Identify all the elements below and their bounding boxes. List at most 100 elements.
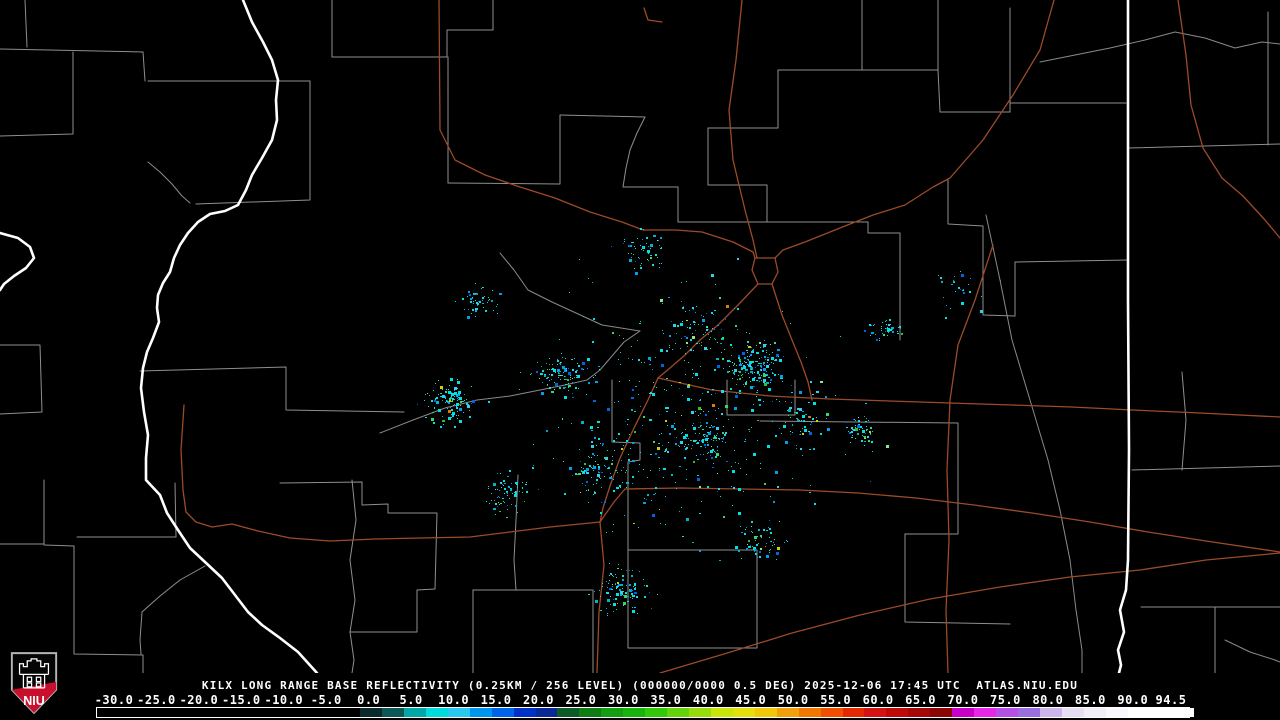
radar-echo-pixel [969,291,971,293]
radar-echo-pixel [669,345,670,346]
radar-echo-pixel [725,432,727,434]
radar-echo-pixel [767,362,768,363]
radar-echo-pixel [611,463,613,465]
radar-echo-pixel [475,300,476,301]
radar-echo-pixel [711,446,712,447]
radar-echo-pixel [685,429,686,430]
county-boundary [707,127,768,223]
radar-echo-pixel [726,461,728,462]
radar-echo-pixel [438,409,441,412]
radar-echo-pixel [487,302,488,303]
illinois-river-line [0,0,319,673]
radar-echo-pixel [574,358,575,359]
radar-echo-pixel [629,434,630,435]
radar-echo-pixel [752,546,753,547]
radar-echo-pixel [870,434,871,435]
radar-echo-pixel [706,426,707,427]
county-boundary [559,114,646,118]
radar-echo-pixel [754,549,756,551]
scale-tick-label: 75.0 [989,693,1021,707]
radar-echo-pixel [734,369,737,372]
radar-echo-pixel [728,419,729,420]
radar-echo-pixel [761,375,762,376]
radar-echo-pixel [650,454,652,455]
radar-echo-pixel [814,503,816,505]
radar-echo-pixel [721,413,723,415]
county-boundary [24,0,28,48]
radar-echo-pixel [600,512,602,514]
radar-echo-pixel [800,431,801,432]
radar-echo-pixel [451,397,452,398]
radar-echo-pixel [613,524,614,525]
radar-echo-pixel [961,302,964,305]
radar-echo-pixel [688,438,689,439]
product-footer: KILX LONG RANGE BASE REFLECTIVITY (0.25K… [0,673,1280,720]
colorbar-segment [1127,708,1151,717]
radar-echo-pixel [571,423,572,424]
radar-echo-pixel [482,297,484,299]
radar-echo-pixel [676,437,677,438]
radar-echo-pixel [686,342,688,344]
radar-echo-pixel [889,319,891,321]
radar-echo-pixel [582,471,585,474]
radar-echo-pixel [650,255,651,256]
radar-echo-pixel [621,569,622,570]
radar-echo-pixel [495,514,496,515]
radar-echo-pixel [757,390,758,391]
radar-echo-pixel [614,402,615,403]
radar-echo-pixel [607,613,608,614]
radar-echo-pixel [471,403,472,404]
scale-tick-label: -10.0 [264,693,304,707]
radar-echo-pixel [646,499,647,500]
radar-echo-pixel [764,365,765,366]
radar-echo-pixel [714,369,716,371]
colorbar-segment [952,708,975,717]
radar-echo-pixel [681,507,682,508]
radar-echo-pixel [597,427,599,428]
radar-echo-pixel [767,357,769,358]
county-boundary [349,479,357,673]
radar-echo-pixel [607,468,608,469]
radar-echo-pixel [774,342,776,344]
radar-echo-pixel [471,313,472,314]
radar-echo-pixel [715,393,716,394]
radar-echo-pixel [805,414,807,415]
radar-echo-pixel [659,414,660,415]
radar-echo-pixel [612,456,613,457]
radar-echo-pixel [752,532,753,533]
radar-echo-pixel [737,329,738,330]
radar-echo-pixel [650,248,651,249]
radar-echo-pixel [756,544,758,546]
radar-echo-pixel [750,362,751,363]
county-boundary [904,533,1011,625]
radar-echo-pixel [689,327,691,329]
radar-echo-pixel [750,354,752,356]
radar-echo-pixel [681,433,682,434]
radar-echo-pixel [714,451,715,452]
radar-echo-pixel [744,441,746,442]
radar-echo-pixel [599,477,600,478]
radar-echo-pixel [899,326,901,328]
radar-echo-pixel [492,290,493,291]
radar-echo-pixel [685,374,686,375]
radar-echo-pixel [745,372,746,373]
radar-echo-pixel [515,491,517,493]
radar-echo-pixel [696,343,698,344]
radar-echo-pixel [769,552,770,553]
scale-tick-label: 90.0 [1117,693,1149,707]
radar-echo-pixel [666,350,668,352]
radar-echo-pixel [466,403,468,405]
radar-echo-pixel [489,299,490,300]
radar-echo-pixel [866,430,867,431]
radar-echo-pixel [707,349,708,350]
radar-echo-pixel [753,362,754,363]
radar-echo-pixel [748,540,750,542]
radar-echo-pixel [889,331,890,332]
radar-echo-pixel [662,445,663,446]
radar-echo-pixel [684,457,686,459]
radar-echo-pixel [622,579,624,581]
radar-echo-pixel [870,481,871,482]
radar-echo-pixel [647,494,649,496]
radar-echo-pixel [721,329,722,330]
radar-echo-pixel [620,592,621,593]
